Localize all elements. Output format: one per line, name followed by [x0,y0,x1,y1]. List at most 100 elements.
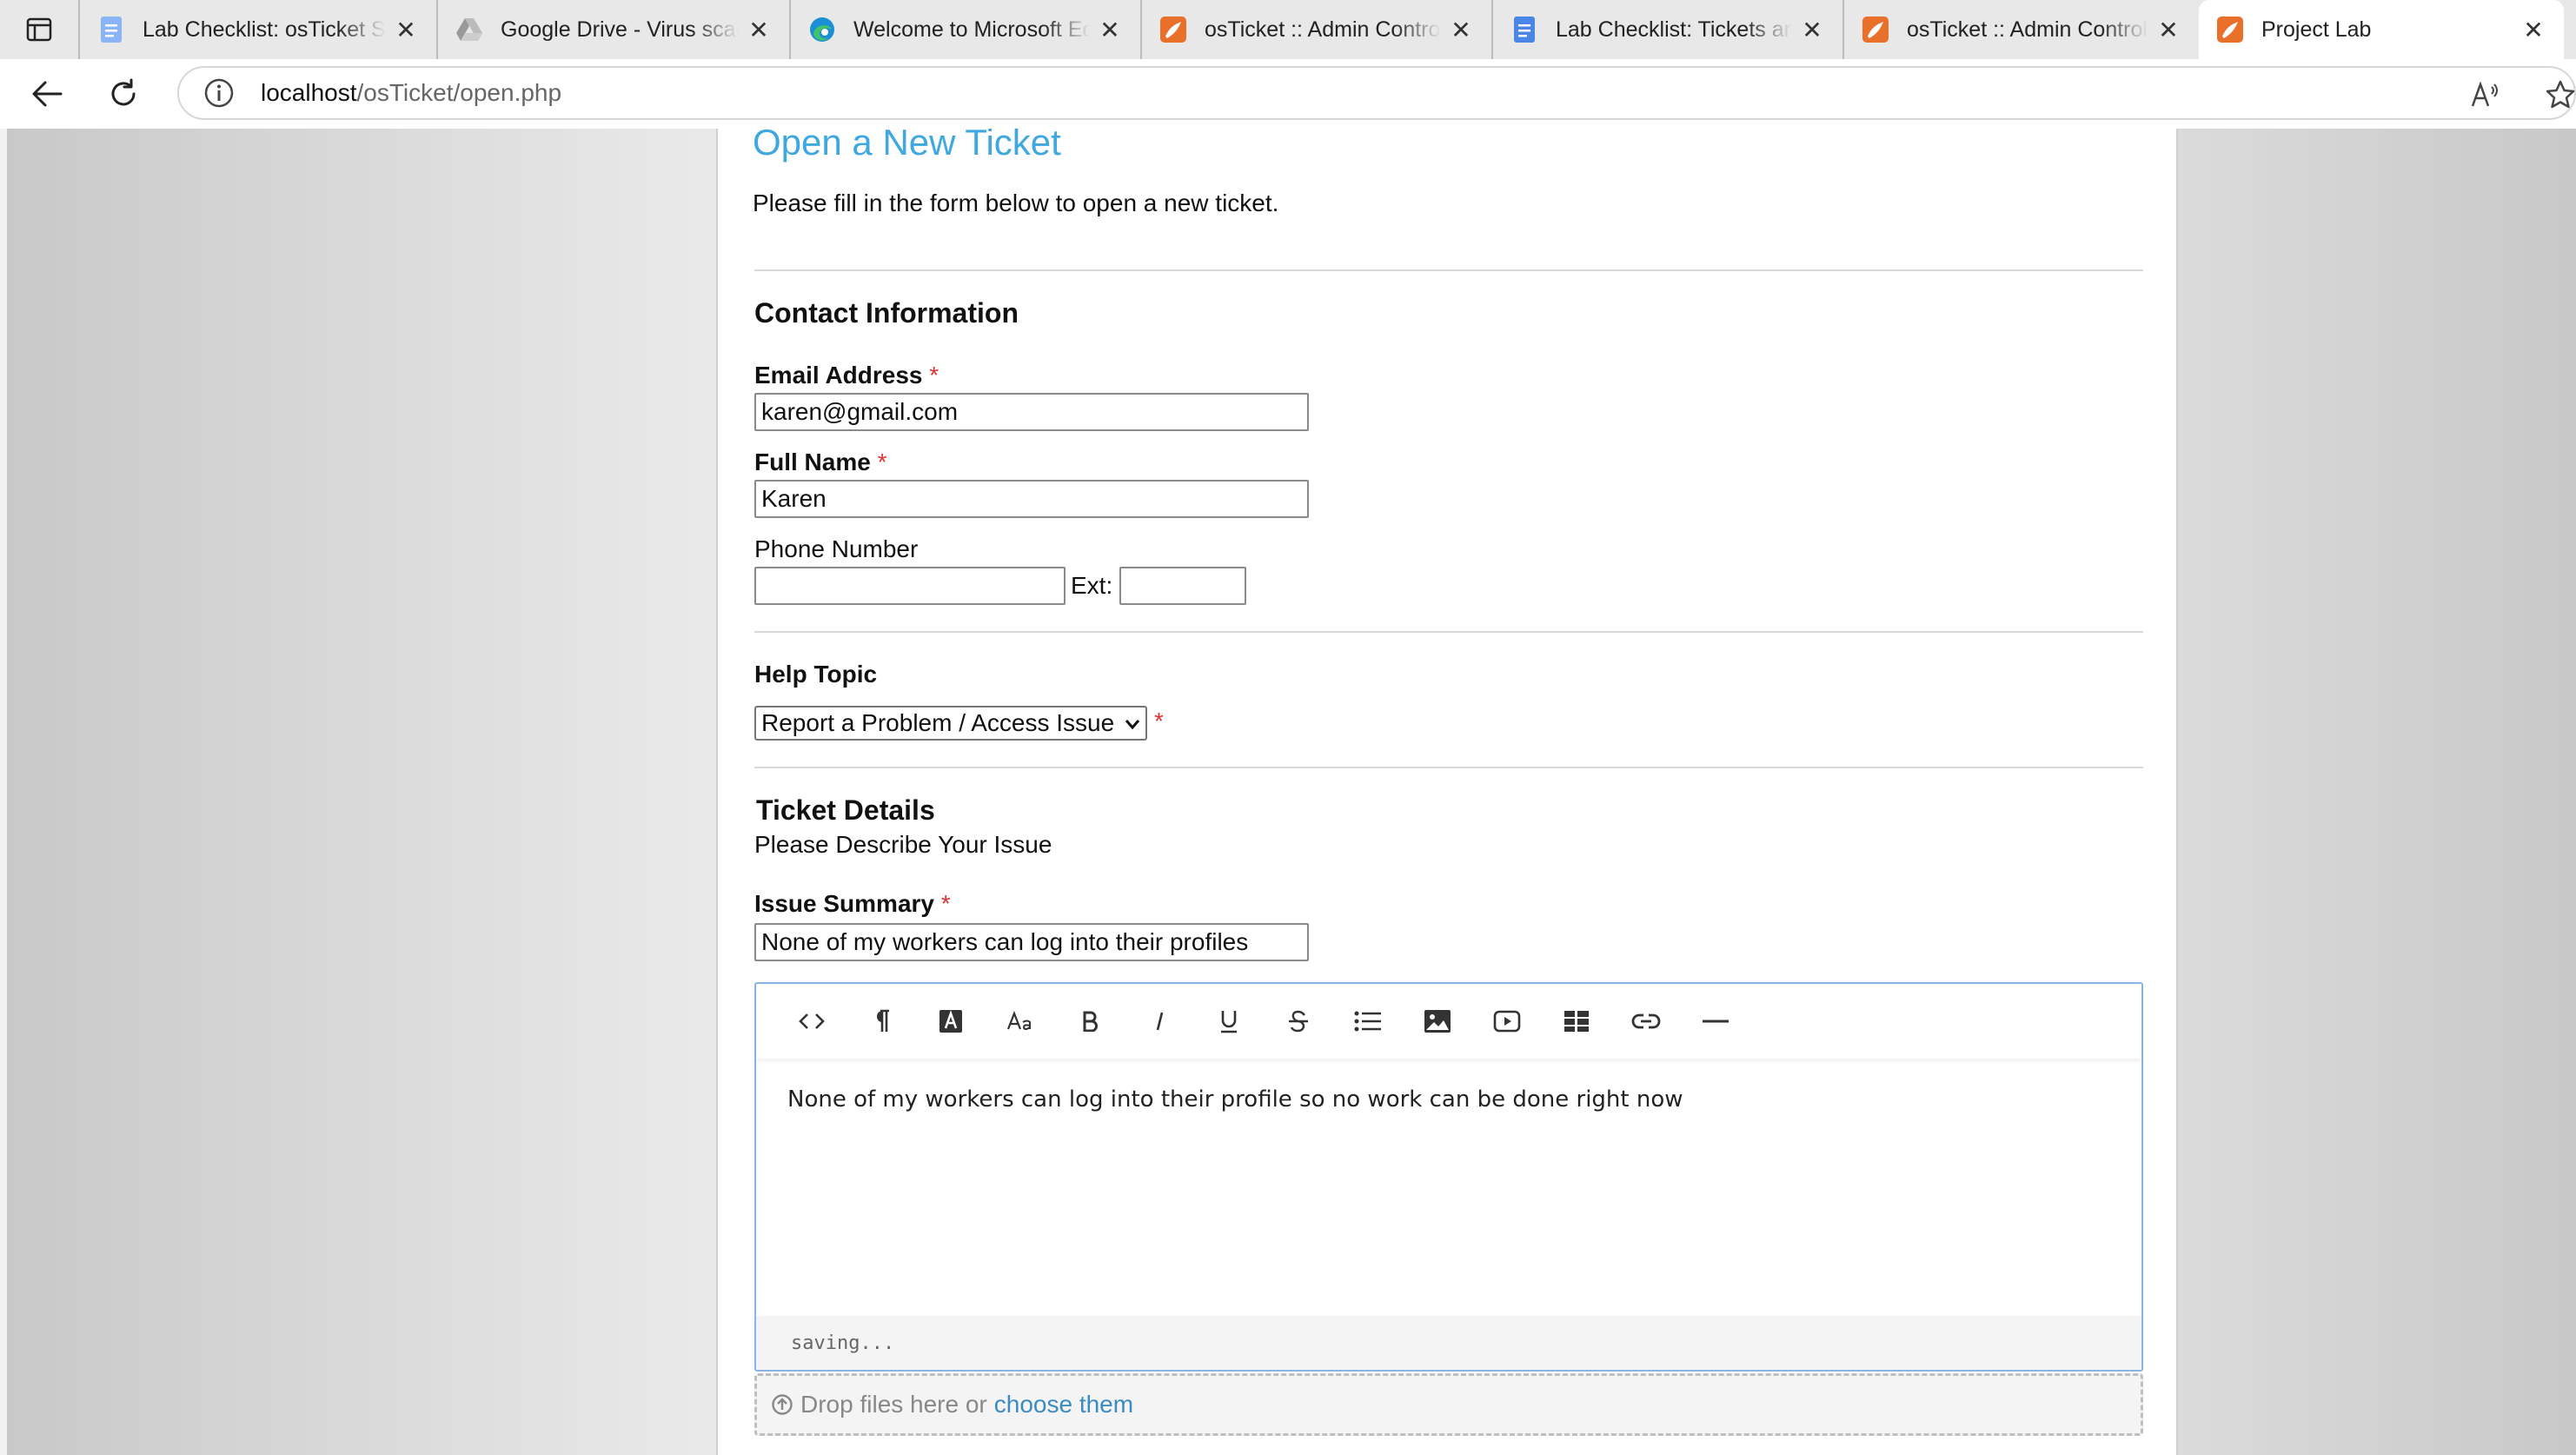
editor-toolbar [756,984,2141,1059]
issue-summary-label: Issue Summary * [754,890,951,917]
drop-text: Drop files here or [800,1391,987,1418]
close-tab-icon[interactable]: ✕ [1446,16,1476,44]
horizontal-rule-icon [1703,1020,1729,1023]
favorite-button[interactable] [2534,69,2576,121]
tab-project-lab[interactable]: Project Lab ✕ [2199,0,2564,59]
tab-osticket-admin-2[interactable]: osTicket :: Admin Control Panel ✕ [1842,0,2199,59]
site-info-icon[interactable] [203,77,235,109]
tab-title: osTicket :: Admin Control Panel [1907,17,2148,42]
tab-strip: Lab Checklist: osTicket Setup ✕ Google D… [0,0,2576,59]
divider [754,269,2143,271]
contact-heading: Contact Information [754,297,1019,329]
underline-button[interactable] [1194,995,1264,1047]
phone-field[interactable] [754,567,1066,605]
italic-icon [1156,1012,1164,1031]
divider [754,767,2143,768]
editor-content[interactable]: None of my workers can log into their pr… [787,1086,1683,1113]
required-mark: * [929,362,939,389]
help-topic-heading: Help Topic [754,661,878,688]
tab-osticket-admin-1[interactable]: osTicket :: Admin Control Panel ✕ [1140,0,1491,59]
osticket-icon [1862,16,1889,43]
issue-summary-field[interactable]: None of my workers can log into their pr… [754,923,1309,961]
editor-status: saving... [756,1316,2141,1370]
font-size-icon [1006,1011,1031,1030]
email-label: Email Address * [754,362,939,389]
close-tab-icon[interactable]: ✕ [1095,16,1125,44]
edge-icon [808,16,836,43]
url-host: localhost [261,79,357,106]
address-bar[interactable]: localhost/osTicket/open.php [177,66,2576,120]
close-tab-icon[interactable]: ✕ [744,16,773,44]
video-button[interactable] [1472,995,1542,1047]
close-tab-icon[interactable]: ✕ [2519,16,2548,44]
horizontal-rule-button[interactable] [1681,995,1750,1047]
required-mark: * [940,890,951,917]
tab-google-drive[interactable]: Google Drive - Virus scan warning ✕ [436,0,789,59]
refresh-button[interactable] [99,70,148,118]
help-topic-select[interactable]: Report a Problem / Access Issue [754,706,1147,741]
code-view-icon [799,1013,825,1029]
tab-title: Welcome to Microsoft Edge [853,17,1090,42]
tab-actions-icon [26,17,52,42]
url-path: /osTicket/open.php [356,79,562,106]
choose-files-link[interactable]: choose them [994,1391,1133,1418]
refresh-icon [111,78,136,106]
page-title: Open a New Ticket [753,129,1061,163]
table-button[interactable] [1542,995,1611,1047]
back-button[interactable] [23,70,71,118]
tab-lab-checklist-tickets[interactable]: Lab Checklist: Tickets and Tasks ✕ [1491,0,1842,59]
ticket-details-heading: Ticket Details [756,794,935,826]
upload-icon [772,1394,793,1415]
strikethrough-button[interactable] [1264,995,1333,1047]
paragraph-button[interactable] [846,995,916,1047]
read-aloud-icon [2471,82,2498,107]
image-button[interactable] [1403,995,1472,1047]
close-tab-icon[interactable]: ✕ [2154,16,2183,44]
table-icon [1564,1011,1589,1032]
code-view-button[interactable] [777,995,846,1047]
osticket-icon [2216,16,2244,43]
link-button[interactable] [1611,995,1681,1047]
file-drop-zone[interactable]: Drop files here or choose them [754,1373,2143,1436]
google-drive-icon [455,16,483,43]
required-mark: * [1154,708,1164,734]
bold-button[interactable] [1055,995,1125,1047]
tab-title: Google Drive - Virus scan warning [501,17,739,42]
full-name-field[interactable]: Karen [754,480,1309,518]
back-arrow-icon [32,81,63,107]
bold-icon [1083,1011,1098,1032]
tab-title: Project Lab [2261,17,2372,42]
video-icon [1493,1010,1521,1033]
chevron-down-icon [1125,720,1140,730]
full-name-label: Full Name * [754,448,887,475]
paragraph-icon [877,1009,889,1032]
image-icon [1424,1010,1451,1033]
url-text: localhost/osTicket/open.php [261,79,561,107]
tab-microsoft-edge[interactable]: Welcome to Microsoft Edge ✕ [789,0,1140,59]
browser-toolbar: localhost/osTicket/open.php [0,59,2576,129]
help-topic-selected: Report a Problem / Access Issue [761,709,1115,736]
close-tab-icon[interactable]: ✕ [1797,16,1827,44]
list-button[interactable] [1333,995,1403,1047]
email-field[interactable]: karen@gmail.com [754,393,1309,431]
italic-button[interactable] [1125,995,1194,1047]
read-aloud-button[interactable] [2460,69,2512,121]
google-docs-icon [1510,16,1538,43]
ext-field[interactable] [1119,567,1246,605]
font-color-button[interactable] [916,995,986,1047]
issue-description-editor: None of my workers can log into their pr… [754,982,2143,1372]
osticket-icon [1159,16,1187,43]
required-mark: * [877,448,887,475]
tab-lab-checklist-setup[interactable]: Lab Checklist: osTicket Setup ✕ [78,0,436,59]
font-color-icon [939,1010,962,1033]
tab-title: osTicket :: Admin Control Panel [1205,17,1441,42]
tab-title: Lab Checklist: osTicket Setup [143,17,386,42]
close-tab-icon[interactable]: ✕ [391,16,421,44]
ticket-details-subtitle: Please Describe Your Issue [754,831,1052,858]
page-viewport: Open a New Ticket Please fill in the for… [0,129,2576,1455]
phone-label: Phone Number [754,535,919,562]
strikethrough-icon [1289,1010,1308,1033]
font-size-button[interactable] [986,995,1055,1047]
ext-label: Ext: [1071,572,1113,599]
tab-actions-button[interactable] [0,0,78,59]
